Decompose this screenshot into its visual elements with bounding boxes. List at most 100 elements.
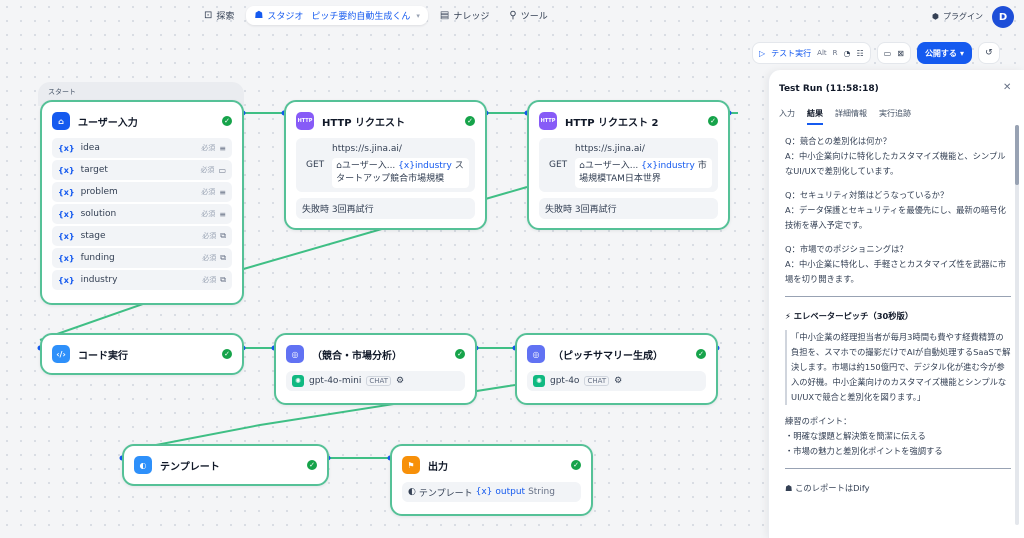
http-icon: HTTP <box>296 112 314 130</box>
output-variable: ◐ テンプレート {x} output String <box>402 482 581 502</box>
node-title: ユーザー入力 <box>78 117 138 129</box>
tab-result[interactable]: 結果 <box>807 108 823 125</box>
nav-tools[interactable]: ⚲ ツール <box>501 6 555 25</box>
model-selector[interactable]: ✺ gpt-4o CHAT ⚙ <box>527 371 706 391</box>
top-bar: ⊡ 探索 ☗ スタジオ ピッチ要約自動生成くん ▾ ▤ ナレッジ ⚲ ツール ⬢ プラグイン … <box>0 0 1024 34</box>
nav-knowledge[interactable]: ▤ ナレッジ <box>432 6 497 25</box>
success-check-icon: ✓ <box>708 116 718 126</box>
http-url: https://s.jina.ai/ <box>332 144 402 154</box>
env-icon[interactable]: ▭ <box>884 49 892 58</box>
success-check-icon: ✓ <box>455 349 465 359</box>
nav-studio[interactable]: ☗ スタジオ ピッチ要約自動生成くん ▾ <box>246 6 428 25</box>
section-heading: ⚡ エレベーターピッチ（30秒版） <box>785 311 914 321</box>
wrench-icon: ⚲ <box>509 10 517 21</box>
success-check-icon: ✓ <box>465 116 475 126</box>
version-history-button[interactable]: ↺ <box>977 42 1000 64</box>
panel-tabs: 入力 結果 詳細情報 実行追跡 <box>779 108 911 125</box>
nav-explore[interactable]: ⊡ 探索 <box>196 6 242 25</box>
http-url: https://s.jina.ai/ <box>575 144 645 154</box>
history-icon[interactable]: ◔ <box>844 49 851 58</box>
app-name[interactable]: ピッチ要約自動生成くん <box>311 9 410 22</box>
llm-icon: ◎ <box>286 345 304 363</box>
node-http-request-2[interactable]: HTTP HTTP リクエスト 2 ✓ https://s.jina.ai/ G… <box>527 100 730 230</box>
main-nav: ⊡ 探索 ☗ スタジオ ピッチ要約自動生成くん ▾ ▤ ナレッジ ⚲ ツール <box>196 6 556 25</box>
openai-icon: ✺ <box>533 375 545 387</box>
feature-group: ▭ ⊠ <box>876 42 911 64</box>
http-params: ⌂ユーザー入... {x}industry スタートアップ競合市場規模 <box>332 158 469 188</box>
clock-icon: ↺ <box>985 48 993 58</box>
input-var-row[interactable]: {x} problem 必須 ≡ <box>52 182 232 202</box>
input-var-row[interactable]: {x} industry 必須 ⧉ <box>52 270 232 290</box>
practice-points: 練習のポイント： ・明確な課題と解決策を簡潔に伝える ・市場の魅力と差別化ポイントを… <box>785 416 943 456</box>
variable-icon[interactable]: ⊠ <box>897 49 904 58</box>
node-user-input[interactable]: ⌂ ユーザー入力 ✓ {x} idea 必須 ≡ {x} target 必須 ▭ {x} pr… <box>40 100 244 305</box>
shortcut-alt: Alt <box>817 49 827 57</box>
panel-scrollbar-thumb[interactable] <box>1015 125 1019 185</box>
input-var-row[interactable]: {x} stage 必須 ⧉ <box>52 226 232 246</box>
retry-setting: 失敗時 3回再試行 <box>539 198 718 219</box>
http-config: https://s.jina.ai/ GET ⌂ユーザー入... {x}indu… <box>539 138 718 192</box>
chevron-down-icon: ▾ <box>416 11 420 20</box>
input-var-row[interactable]: {x} target 必須 ▭ <box>52 160 232 180</box>
mode-badge: CHAT <box>584 376 610 386</box>
node-http-request[interactable]: HTTP HTTP リクエスト ✓ https://s.jina.ai/ GET… <box>284 100 487 230</box>
variable-icon: {x} <box>58 253 75 263</box>
paragraph-icon: ≡ <box>219 143 226 153</box>
code-icon: ‹/› <box>52 345 70 363</box>
template-icon: ◐ <box>134 456 152 474</box>
divider <box>785 296 1011 297</box>
mode-badge: CHAT <box>366 376 392 386</box>
variable-icon: {x} <box>58 165 75 175</box>
http-params: ⌂ユーザー入... {x}industry 市場規模TAM日本世界 <box>575 158 712 188</box>
retry-setting: 失敗時 3回再試行 <box>296 198 475 219</box>
panel-title: Test Run (11:58:18) <box>779 84 879 94</box>
result-content: Q：競合との差別化は何か？ A：中小企業向けに特化したカスタマイズ機能と、シンプル… <box>785 134 1011 496</box>
variable-icon: {x} <box>58 209 75 219</box>
input-var-row[interactable]: {x} funding 必須 ⧉ <box>52 248 232 268</box>
input-var-row[interactable]: {x} solution 必須 ≡ <box>52 204 232 224</box>
success-check-icon: ✓ <box>571 460 581 470</box>
lightning-icon: ⚡ <box>785 311 791 321</box>
cube-icon: ⬢ <box>932 12 939 21</box>
tab-tracing[interactable]: 実行追跡 <box>879 108 911 125</box>
paragraph-icon: ≡ <box>219 209 226 219</box>
select-icon: ⧉ <box>220 253 226 262</box>
publish-button[interactable]: 公開する ▾ <box>916 42 972 64</box>
output-icon: ⚑ <box>402 456 420 474</box>
workflow-toolbar: ▷ テスト実行 Alt R ◔ ☷ ▭ ⊠ 公開する ▾ ↺ <box>752 42 1000 64</box>
tab-details[interactable]: 詳細情報 <box>835 108 867 125</box>
panel-scrollbar[interactable] <box>1015 125 1019 525</box>
qa-item: Q：競合との差別化は何か？ A：中小企業向けに特化したカスタマイズ機能と、シンプル… <box>785 136 1006 176</box>
success-check-icon: ✓ <box>696 349 706 359</box>
variable-icon: {x} <box>58 275 75 285</box>
openai-icon: ✺ <box>292 375 304 387</box>
test-run-group: ▷ テスト実行 Alt R ◔ ☷ <box>752 42 871 64</box>
node-output[interactable]: ⚑ 出力 ✓ ◐ テンプレート {x} output String <box>390 444 593 516</box>
test-run-button[interactable]: テスト実行 <box>771 48 811 59</box>
robot-icon: ☗ <box>785 483 793 493</box>
select-icon: ⧉ <box>220 231 226 240</box>
book-icon: ▤ <box>439 10 450 21</box>
qa-item: Q：市場でのポジショニングは？ A：中小企業に特化し、手軽さとカスタマイズ性を武器… <box>785 244 1007 284</box>
node-code[interactable]: ‹/› コード実行 ✓ <box>40 333 244 375</box>
qa-item: Q：セキュリティ対策はどうなっているか？ A：データ保護とセキュリティを最優先にし… <box>785 190 1006 230</box>
success-check-icon: ✓ <box>307 460 317 470</box>
http-method: GET <box>549 160 568 170</box>
close-icon[interactable]: ✕ <box>1003 82 1011 93</box>
node-template[interactable]: ◐ テンプレート ✓ <box>122 444 329 486</box>
input-var-row[interactable]: {x} idea 必須 ≡ <box>52 138 232 158</box>
node-llm-pitch-summary[interactable]: ◎ （ピッチサマリー生成） ✓ ✺ gpt-4o CHAT ⚙ <box>515 333 718 405</box>
checklist-icon[interactable]: ☷ <box>857 49 864 58</box>
chevron-down-icon: ▾ <box>959 48 964 58</box>
model-selector[interactable]: ✺ gpt-4o-mini CHAT ⚙ <box>286 371 465 391</box>
plugins-button[interactable]: ⬢ プラグイン <box>932 11 983 22</box>
node-llm-market-analysis[interactable]: ◎ （競合・市場分析） ✓ ✺ gpt-4o-mini CHAT ⚙ <box>274 333 477 405</box>
elevator-pitch-text: 「中小企業の経理担当者が毎月3時間も費やす経費精算の負担を、スマホでの撮影だけで… <box>785 330 1011 405</box>
shortcut-r: R <box>832 49 838 57</box>
divider <box>785 468 1011 469</box>
avatar[interactable]: D <box>992 6 1014 28</box>
home-icon: ⌂ <box>52 112 70 130</box>
template-icon: ◐ <box>408 487 416 497</box>
tab-input[interactable]: 入力 <box>779 108 795 125</box>
select-icon: ⧉ <box>220 275 226 284</box>
